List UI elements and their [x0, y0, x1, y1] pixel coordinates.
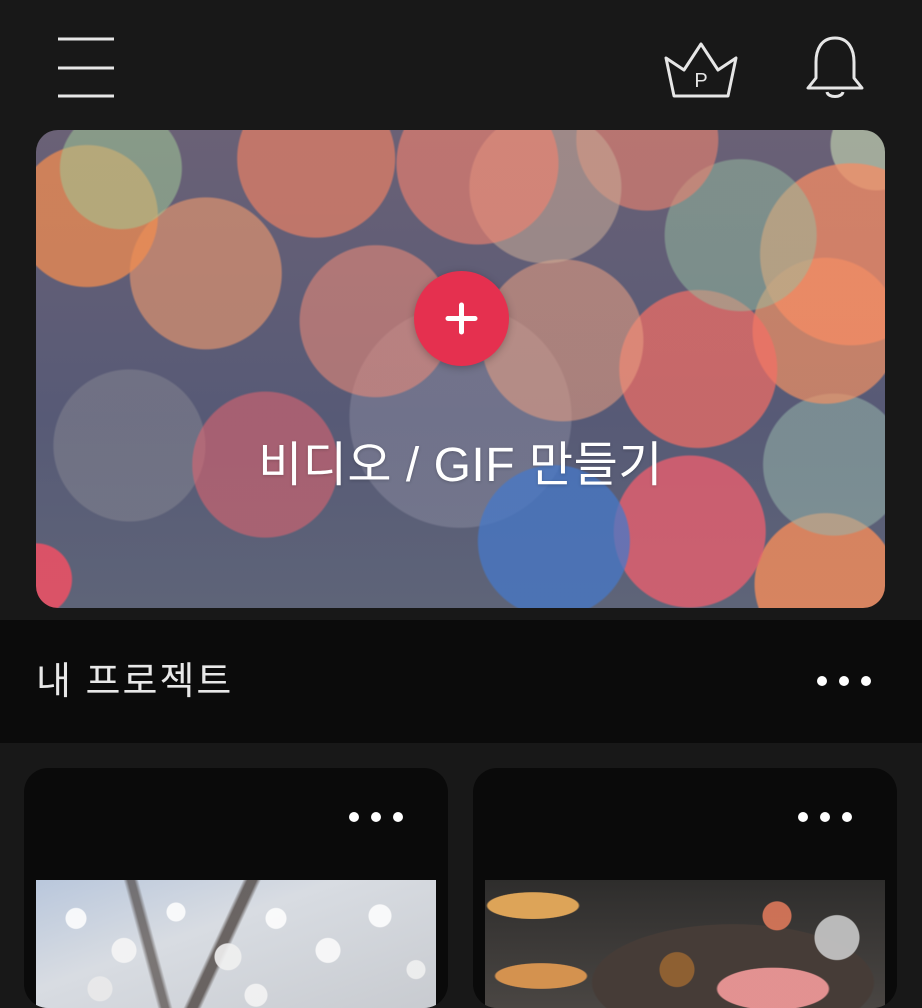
project-card-more-button[interactable] [787, 800, 863, 834]
premium-button[interactable]: P [660, 36, 742, 104]
create-project-button[interactable] [414, 271, 509, 366]
crown-icon: P [664, 42, 738, 98]
project-card[interactable] [24, 768, 448, 1008]
top-app-bar: P [0, 0, 922, 130]
more-horizontal-icon [349, 812, 403, 822]
project-card[interactable] [473, 768, 897, 1008]
plus-icon [445, 302, 478, 335]
more-horizontal-icon [817, 676, 871, 686]
menu-button[interactable] [52, 32, 120, 104]
project-card-more-button[interactable] [338, 800, 414, 834]
premium-badge-letter: P [694, 70, 707, 92]
my-projects-title: 내 프로젝트 [36, 661, 234, 703]
my-projects-more-button[interactable] [806, 664, 882, 698]
project-thumbnail [36, 880, 436, 1008]
my-projects-header: 내 프로젝트 [0, 620, 922, 743]
hamburger-menu-icon [58, 37, 114, 98]
create-video-gif-label: 비디오 / GIF 만들기 [258, 439, 663, 492]
notifications-button[interactable] [800, 32, 870, 104]
project-thumbnail [485, 880, 885, 1008]
more-horizontal-icon [798, 812, 852, 822]
bell-icon [806, 36, 864, 98]
create-video-gif-banner[interactable]: 비디오 / GIF 만들기 [36, 130, 885, 608]
